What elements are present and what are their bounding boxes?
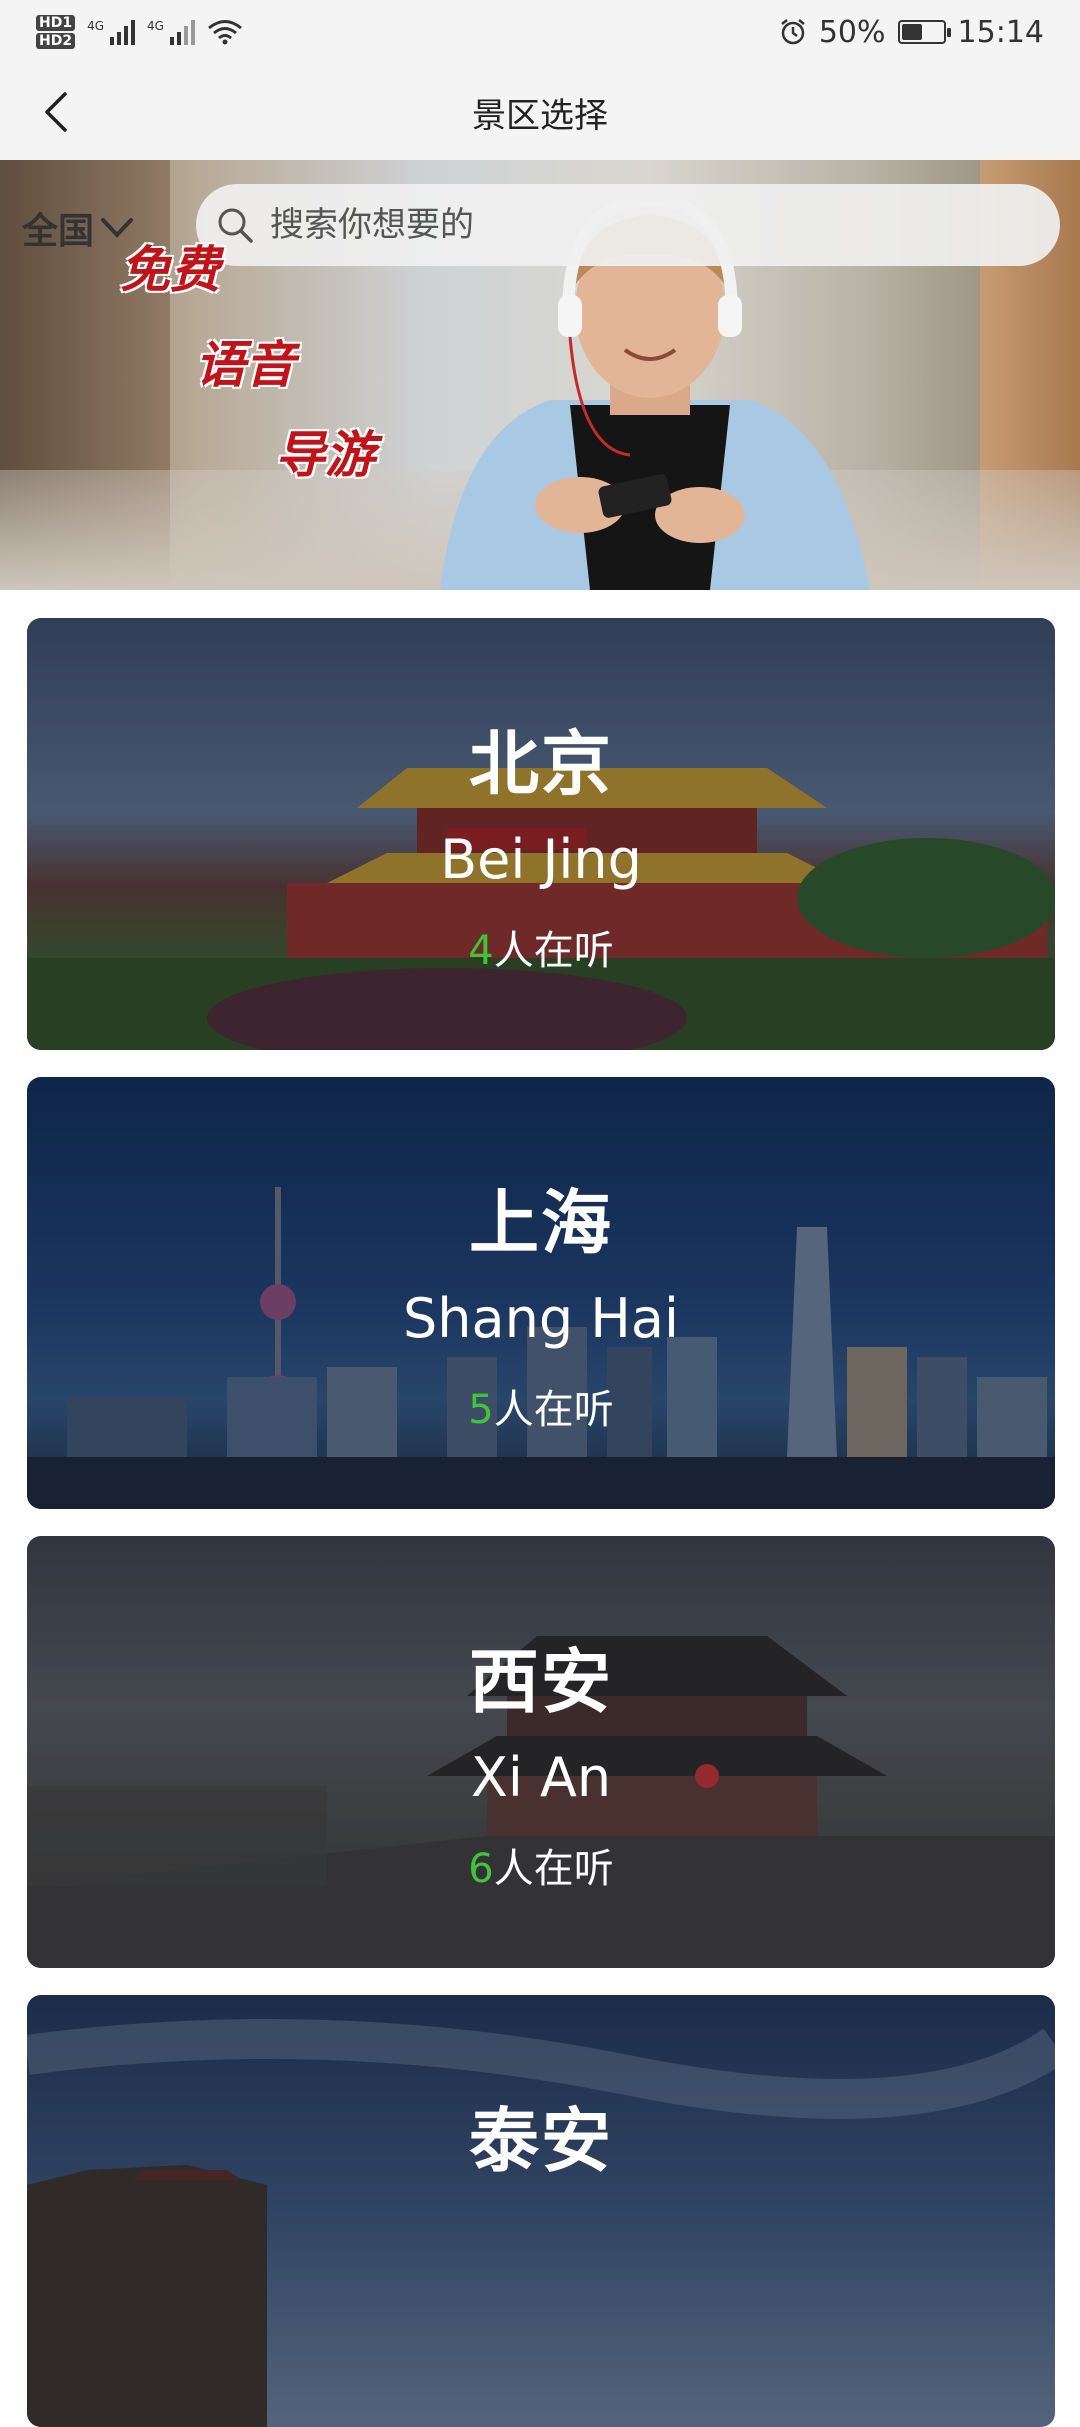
battery-percent: 50%: [818, 14, 886, 50]
city-name-cn: 泰安: [469, 2100, 613, 2182]
clock: 15:14: [957, 14, 1044, 50]
promo-line-3: 导游: [275, 425, 375, 484]
chevron-left-icon: [45, 92, 67, 132]
promo-line-2: 语音: [195, 335, 295, 394]
search-input[interactable]: [268, 204, 1032, 246]
city-name-cn: 上海: [469, 1182, 613, 1264]
listener-count: 4人在听: [27, 918, 1055, 976]
listener-suffix: 人在听: [493, 928, 614, 974]
back-button[interactable]: [30, 86, 82, 138]
listener-number: 4: [468, 928, 494, 974]
search-icon: [218, 208, 253, 243]
wifi-icon: [208, 20, 242, 45]
city-card-beijing[interactable]: 北京 Bei Jing 4人在听: [27, 618, 1055, 1050]
status-left: HD1 HD2 4G 4G: [36, 15, 243, 49]
hd-indicators: HD1 HD2: [36, 15, 76, 49]
signal-1-icon: 4G: [87, 19, 136, 45]
region-selector[interactable]: 全国: [22, 202, 134, 254]
page-title: 景区选择: [472, 95, 608, 136]
hd1-badge: HD1: [36, 15, 76, 31]
alarm-icon: [781, 19, 805, 45]
promo-banner[interactable]: 全国 免费 语音 导游: [0, 160, 1080, 590]
city-card-shanghai[interactable]: 上海 Shang Hai 5人在听: [27, 1077, 1055, 1509]
city-name-cn: 西安: [469, 1641, 613, 1723]
listener-suffix: 人在听: [493, 1846, 614, 1892]
signal-2-icon: 4G: [147, 19, 195, 45]
network-type-1: 4G: [87, 19, 105, 33]
network-type-2: 4G: [147, 19, 164, 33]
search-box[interactable]: [196, 184, 1060, 266]
city-name-en: Bei Jing: [440, 828, 642, 891]
listener-suffix: 人在听: [493, 1387, 614, 1433]
battery-fill: [901, 24, 922, 40]
battery-icon: [897, 20, 951, 44]
status-right: 50% 15:14: [779, 15, 1044, 50]
city-name-cn: 北京: [469, 723, 613, 805]
listener-count: 5人在听: [27, 1377, 1055, 1435]
listener-count: 6人在听: [27, 1836, 1055, 1894]
navigation-bar: 景区选择: [0, 64, 1080, 160]
region-label: 全国: [22, 211, 95, 252]
listener-number: 6: [468, 1846, 494, 1892]
listener-number: 5: [468, 1387, 494, 1433]
city-card-xian[interactable]: 西安 Xi An 6人在听: [27, 1536, 1055, 1968]
city-name-en: Xi An: [470, 1746, 612, 1809]
card-overlay: [27, 1995, 1055, 2427]
hd2-badge: HD2: [36, 33, 76, 49]
status-bar: HD1 HD2 4G 4G 50% 15:14: [0, 0, 1080, 64]
city-name-en: Shang Hai: [403, 1287, 679, 1350]
city-card-taian[interactable]: 泰安: [27, 1995, 1055, 2427]
promo-line-1: 免费: [120, 240, 220, 299]
